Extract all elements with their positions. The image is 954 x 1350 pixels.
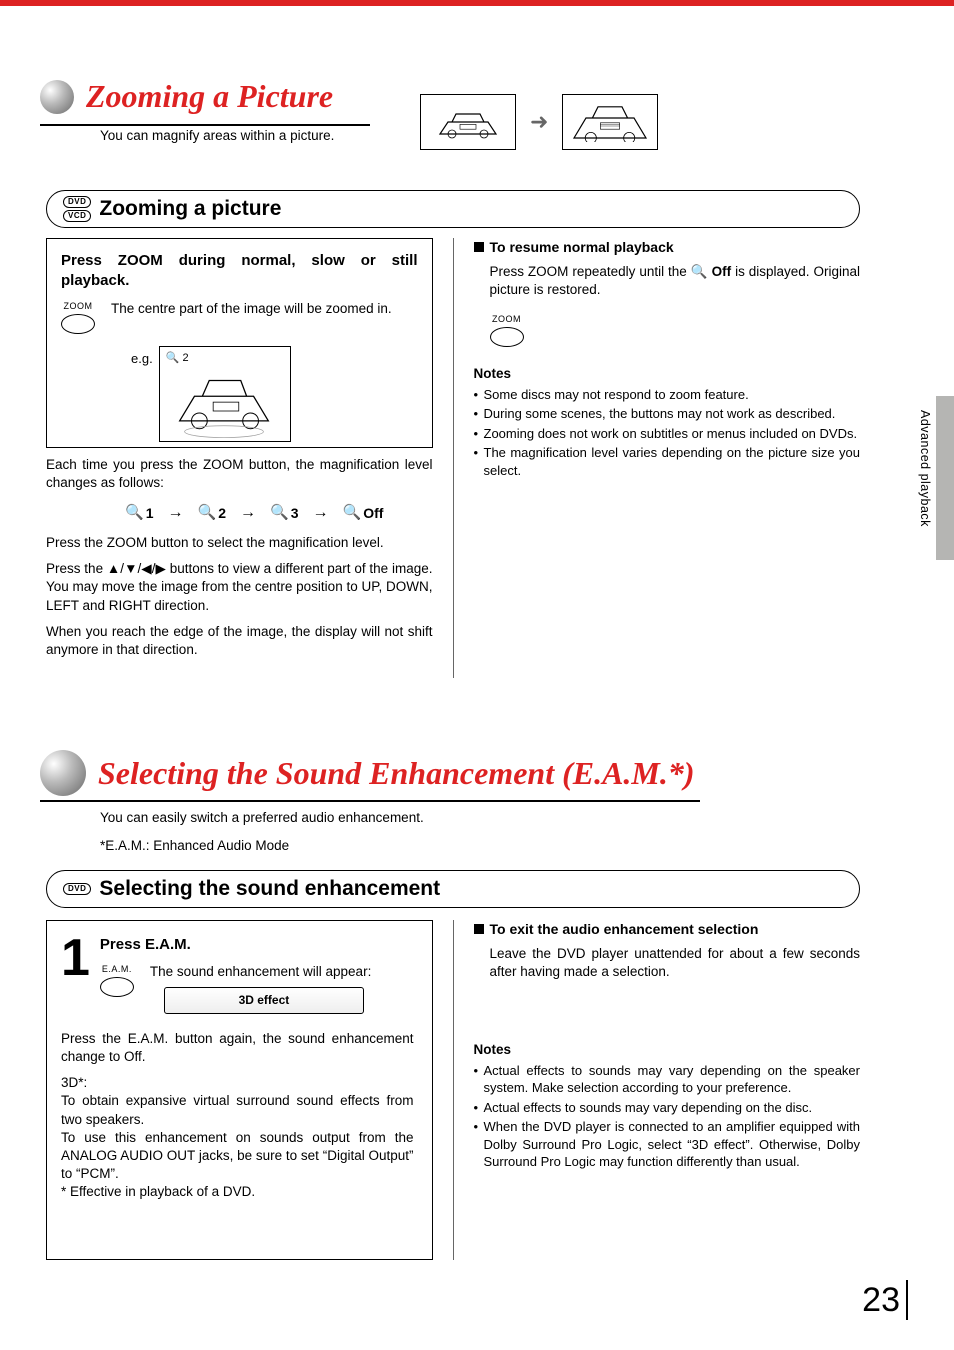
eam-button-label: E.A.M.: [102, 963, 132, 975]
side-tab: Advanced playback: [924, 396, 954, 560]
car-small-icon: [428, 102, 508, 142]
eam-button-icon: [100, 977, 134, 997]
page-number: 23: [862, 1281, 900, 1320]
notes-title: Notes: [474, 1041, 861, 1059]
zoom-illustration-row: ➜: [420, 94, 658, 150]
section1-subtitle: You can magnify areas within a picture.: [100, 128, 334, 143]
zoom-button[interactable]: ZOOM: [61, 300, 95, 334]
column-separator: [453, 238, 454, 678]
note-item: During some scenes, the buttons may not …: [474, 405, 861, 423]
zoom-row: ZOOM The centre part of the image will b…: [61, 300, 418, 334]
section1-title-row: Zooming a Picture: [40, 78, 333, 115]
eam-p3: To use this enhancement on sounds output…: [61, 1129, 414, 1184]
mag-3: 🔍3: [270, 503, 298, 523]
arrow-icon: →: [168, 502, 184, 524]
notes-list-2: Actual effects to sounds may vary depend…: [474, 1062, 861, 1171]
section2-title: Selecting the Sound Enhancement (E.A.M.*…: [98, 755, 695, 792]
note-item: When the DVD player is connected to an a…: [474, 1118, 861, 1171]
note-item: The magnification level varies depending…: [474, 444, 861, 479]
dvd-badge: DVD: [63, 883, 91, 895]
section1-body: Press ZOOM during normal, slow or still …: [46, 238, 860, 678]
step-head: Press E.A.M.: [100, 935, 414, 955]
note-item: Actual effects to sounds may vary depend…: [474, 1062, 861, 1097]
arrow-icon: →: [240, 502, 256, 524]
mag-off: 🔍 Off: [343, 503, 384, 523]
enhancement-display: 3D effect: [164, 987, 364, 1013]
exit-head: To exit the audio enhancement selection: [474, 920, 861, 939]
section2-left-col: 1 Press E.A.M. E.A.M. The sound enhancem…: [46, 920, 433, 1260]
zoom-button-label: ZOOM: [492, 313, 521, 325]
note-item: Actual effects to sounds may vary depend…: [474, 1099, 861, 1117]
eam-p2-head: 3D*:: [61, 1074, 414, 1092]
note-item: Zooming does not work on subtitles or me…: [474, 425, 861, 443]
eam-p4: * Effective in playback of a DVD.: [61, 1183, 414, 1201]
magnification-sequence: 🔍1 → 🔍2 → 🔍3 → 🔍 Off: [46, 502, 433, 524]
square-bullet-icon: [474, 924, 484, 934]
zoom-button-icon: [490, 327, 524, 347]
dvd-badge: DVD: [63, 196, 91, 208]
section2-header-bar: DVD Selecting the sound enhancement: [46, 870, 860, 908]
section2-body: 1 Press E.A.M. E.A.M. The sound enhancem…: [46, 920, 860, 1260]
notes-title: Notes: [474, 365, 861, 383]
resume-body: Press ZOOM repeatedly until the 🔍 Off is…: [474, 263, 861, 299]
step-row: 1 Press E.A.M. E.A.M. The sound enhancem…: [61, 935, 414, 1014]
eam-p1: Press the E.A.M. button again, the sound…: [61, 1030, 414, 1066]
arrow-right-icon: ➜: [530, 109, 548, 135]
mag-2: 🔍2: [198, 503, 226, 523]
section1-header-text: Zooming a picture: [99, 197, 281, 221]
note-item: Some discs may not respond to zoom featu…: [474, 386, 861, 404]
side-tab-text: Advanced playback: [918, 410, 932, 527]
eam-button[interactable]: E.A.M.: [100, 963, 134, 997]
sphere-icon: [40, 80, 74, 114]
disc-badges: DVD VCD: [63, 196, 91, 222]
each-time-text: Each time you press the ZOOM button, the…: [46, 456, 433, 492]
vcd-badge: VCD: [63, 210, 91, 222]
side-tab-bar: [936, 396, 954, 560]
zoom-button[interactable]: ZOOM: [490, 313, 524, 347]
top-red-bar: [0, 0, 954, 6]
step-number: 1: [61, 935, 90, 982]
eam-instruction-box: 1 Press E.A.M. E.A.M. The sound enhancem…: [46, 920, 433, 1260]
mag-1: 🔍1: [125, 503, 153, 523]
zoom-p1: Press the ZOOM button to select the magn…: [46, 534, 433, 552]
zoom-button-label: ZOOM: [64, 300, 93, 312]
sphere-icon: [40, 750, 86, 796]
arrow-icon: →: [313, 502, 329, 524]
section1-underline: [40, 124, 370, 126]
car-small-frame: [420, 94, 516, 150]
appear-text: The sound enhancement will appear:: [150, 963, 414, 981]
section2-right-col: To exit the audio enhancement selection …: [474, 920, 861, 1260]
eg-label: e.g.: [131, 346, 153, 368]
car-example-icon: [160, 347, 290, 442]
page: Zooming a Picture You can magnify areas …: [0, 0, 954, 1350]
notes-list-1: Some discs may not respond to zoom featu…: [474, 386, 861, 480]
resume-head: To resume normal playback: [474, 238, 861, 257]
section2-footnote: *E.A.M.: Enhanced Audio Mode: [100, 838, 289, 853]
column-separator: [453, 920, 454, 1260]
section2-subtitle: You can easily switch a preferred audio …: [100, 810, 424, 825]
exit-body: Leave the DVD player unattended for abou…: [474, 945, 861, 981]
disc-badges: DVD: [63, 883, 91, 895]
section2-header-text: Selecting the sound enhancement: [99, 877, 440, 901]
car-large-frame: [562, 94, 658, 150]
section1-header-bar: DVD VCD Zooming a picture: [46, 190, 860, 228]
zoom-desc: The centre part of the image will be zoo…: [111, 300, 418, 318]
section1-title: Zooming a Picture: [86, 78, 333, 115]
zoom-p3: When you reach the edge of the image, th…: [46, 623, 433, 659]
page-number-bar: [906, 1280, 908, 1320]
square-bullet-icon: [474, 242, 484, 252]
zoom-box-title: Press ZOOM during normal, slow or still …: [61, 251, 418, 292]
section1-left-col: Press ZOOM during normal, slow or still …: [46, 238, 433, 678]
zoom-button-icon: [61, 314, 95, 334]
section2-underline: [40, 800, 700, 802]
zoom-p2: Press the ▲/▼/◀/▶ buttons to view a diff…: [46, 560, 433, 615]
eam-p2: To obtain expansive virtual surround sou…: [61, 1092, 414, 1128]
section1-right-col: To resume normal playback Press ZOOM rep…: [474, 238, 861, 678]
section2-title-row: Selecting the Sound Enhancement (E.A.M.*…: [40, 750, 695, 796]
zoom-instruction-box: Press ZOOM during normal, slow or still …: [46, 238, 433, 448]
zoom-example: e.g. 🔍 2: [131, 346, 418, 442]
zoom-example-frame: 🔍 2: [159, 346, 291, 442]
car-large-icon: [570, 102, 650, 142]
